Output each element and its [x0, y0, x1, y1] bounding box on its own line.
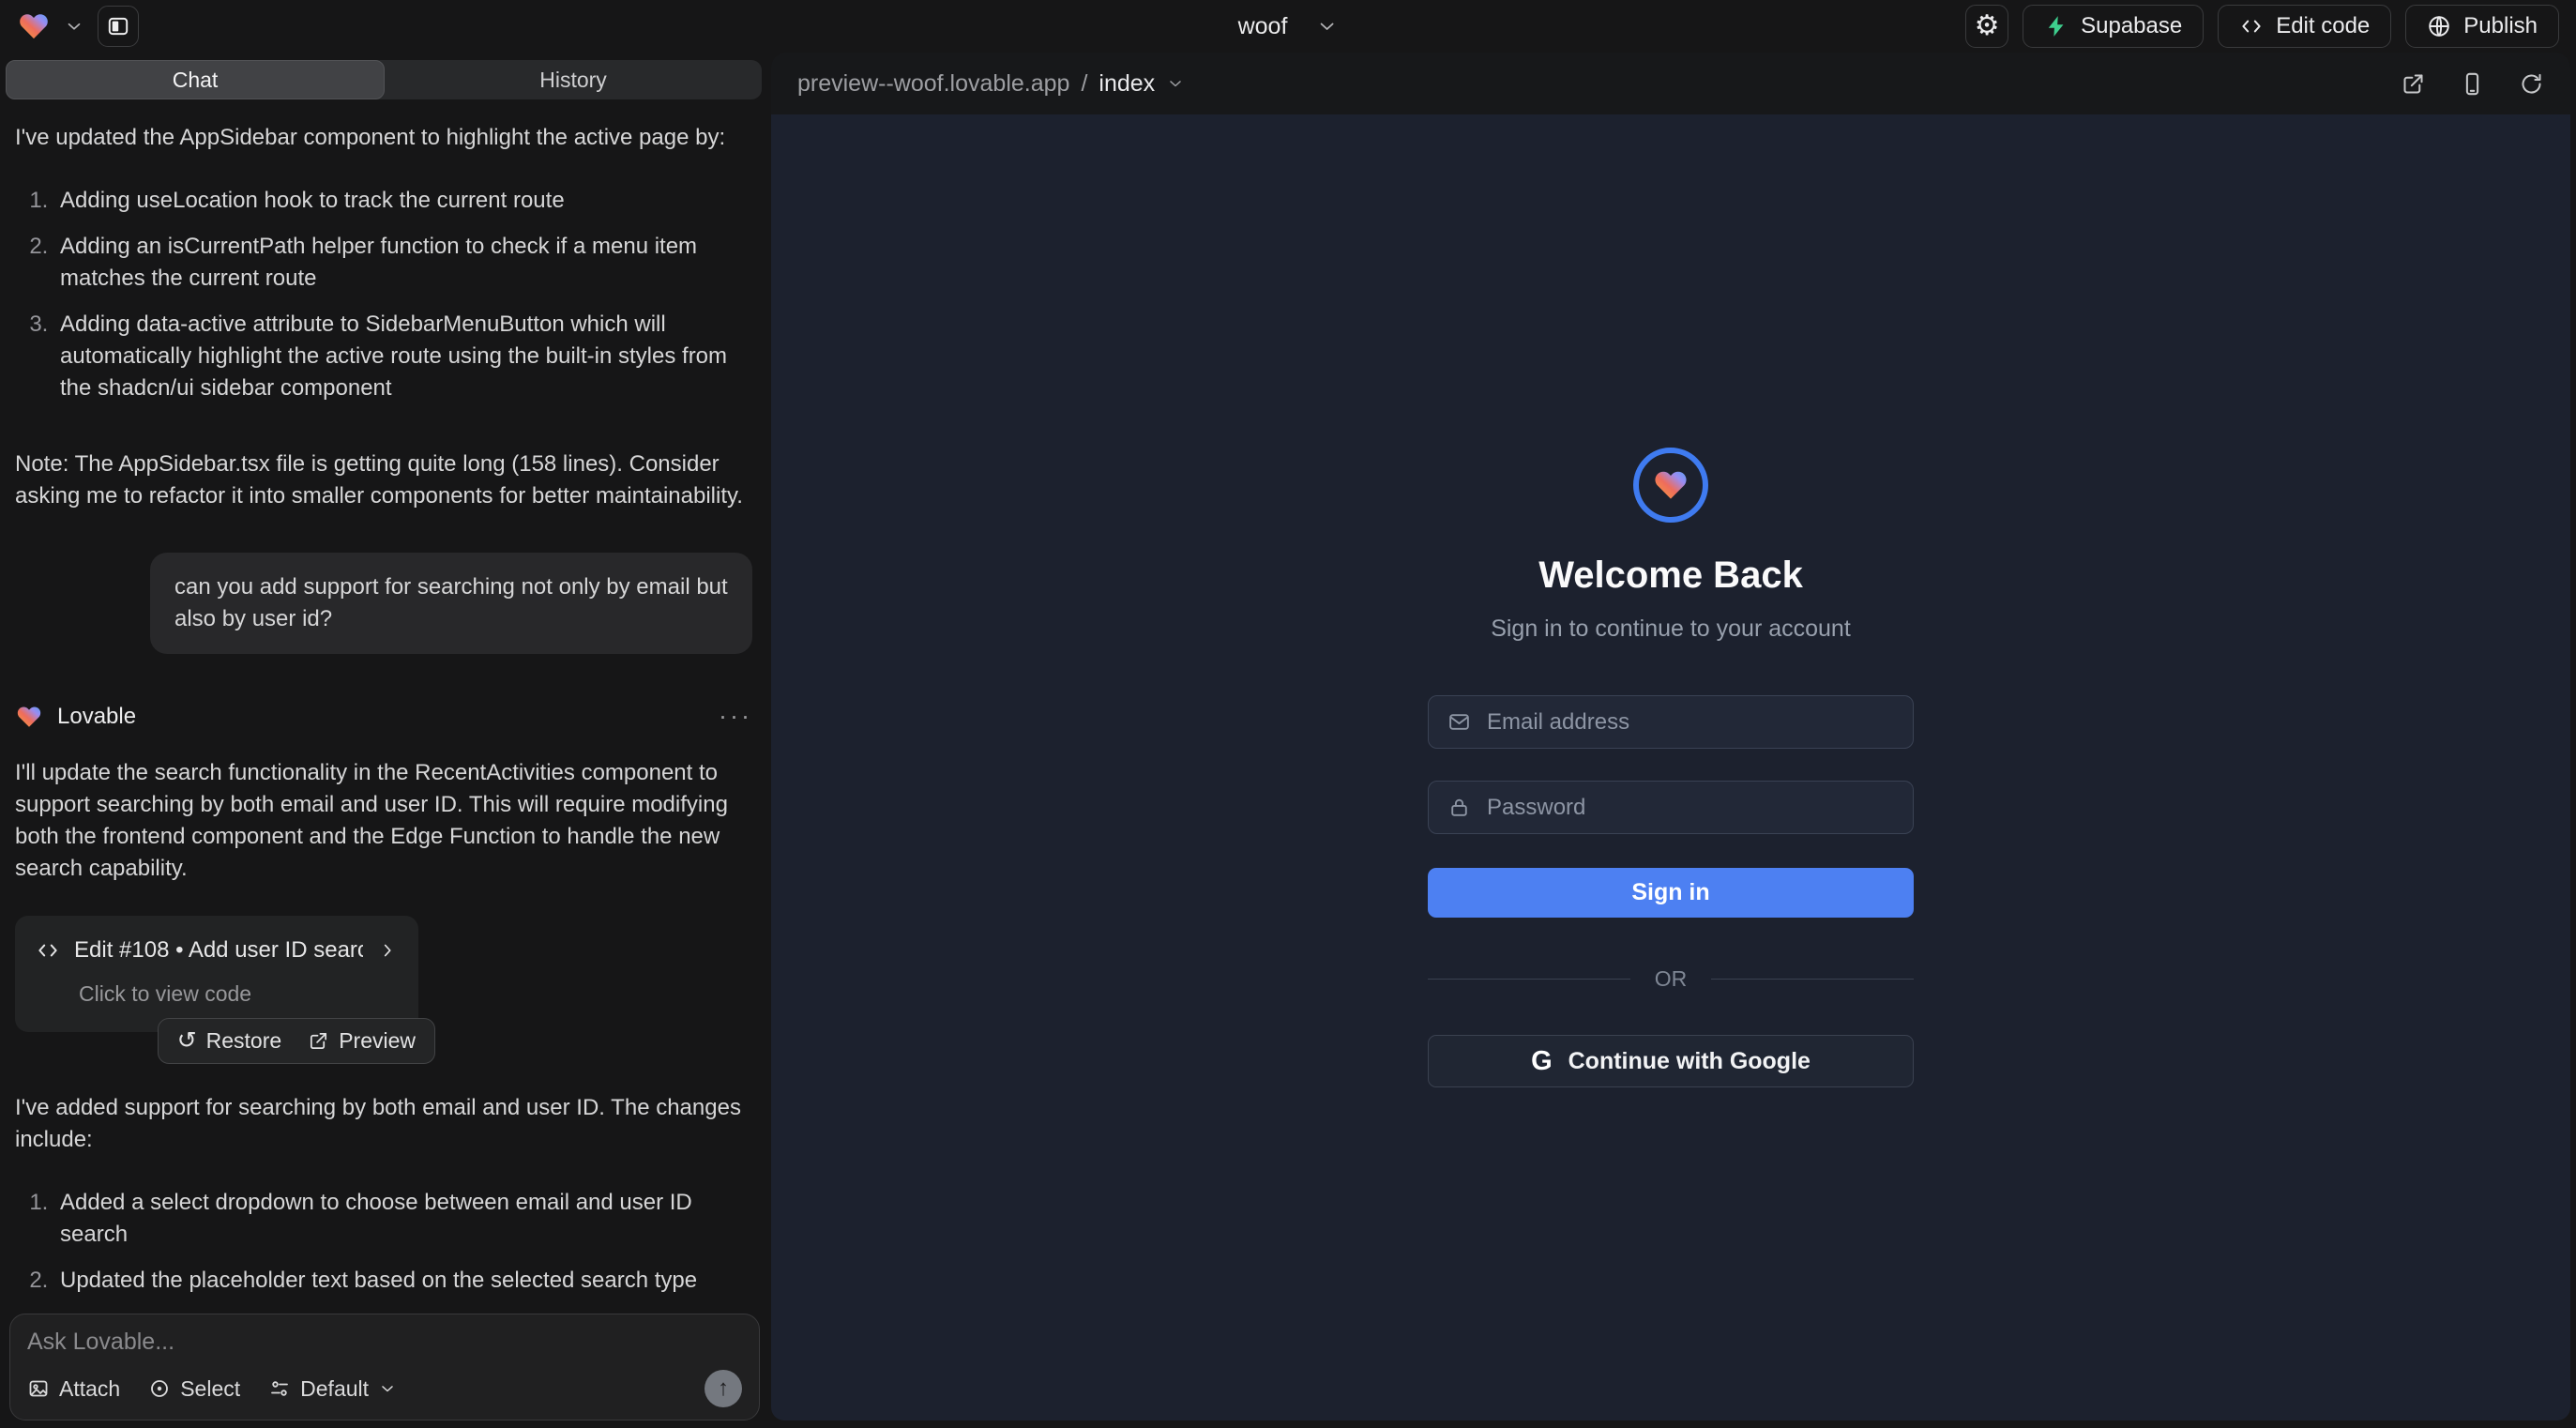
send-button[interactable]: ↑	[705, 1370, 742, 1407]
or-label: OR	[1655, 966, 1688, 992]
continue-with-google-button[interactable]: G Continue with Google	[1428, 1035, 1914, 1087]
restore-icon: ↺	[177, 1029, 197, 1053]
heart-logo-icon	[1652, 467, 1690, 503]
signin-subtitle: Sign in to continue to your account	[1491, 615, 1851, 643]
preview-host: preview--woof.lovable.app	[797, 70, 1069, 98]
list-item: Adding data-active attribute to SidebarM…	[54, 309, 752, 404]
select-label: Select	[180, 1376, 240, 1402]
app-logo	[1633, 448, 1708, 523]
chat-messages: I've updated the AppSidebar component to…	[0, 99, 767, 1428]
select-button[interactable]: Select	[148, 1376, 240, 1402]
attach-button[interactable]: Attach	[27, 1376, 120, 1402]
external-link-icon	[2401, 71, 2426, 97]
tab-chat[interactable]: Chat	[6, 60, 385, 99]
refresh-button[interactable]	[2519, 71, 2544, 97]
assistant-message-summary: I've added support for searching by both…	[15, 1092, 752, 1156]
refresh-icon	[2519, 71, 2544, 97]
code-icon	[2239, 14, 2264, 38]
preview-label: Preview	[339, 1028, 416, 1054]
sidebar-toggle-button[interactable]	[98, 6, 139, 47]
google-button-label: Continue with Google	[1568, 1048, 1811, 1075]
user-message-bubble: can you add support for searching not on…	[150, 553, 752, 654]
chat-input[interactable]	[27, 1329, 742, 1366]
email-input[interactable]	[1487, 709, 1894, 736]
preview-iframe: Welcome Back Sign in to continue to your…	[771, 114, 2570, 1420]
project-title: woof	[1238, 13, 1288, 40]
edit-code-label: Edit code	[2276, 13, 2370, 39]
lovable-heart-logo[interactable]	[17, 10, 51, 42]
chevron-right-icon	[377, 940, 398, 961]
restore-button[interactable]: ↺ Restore	[177, 1028, 282, 1054]
signin-card: Welcome Back Sign in to continue to your…	[1428, 448, 1914, 1087]
model-selector[interactable]: Default	[268, 1376, 397, 1402]
edit-card[interactable]: Edit #108 • Add user ID search supp... C…	[15, 916, 418, 1032]
attach-label: Attach	[59, 1376, 120, 1402]
preview-page: index	[1099, 70, 1155, 98]
tab-history[interactable]: History	[385, 60, 762, 99]
workspace-chevron-down-icon[interactable]	[64, 16, 84, 37]
edit-card-subtitle: Click to view code	[79, 979, 398, 1010]
model-label: Default	[300, 1376, 369, 1402]
assistant-message-list: Adding useLocation hook to track the cur…	[15, 185, 752, 418]
email-field	[1428, 695, 1914, 749]
globe-icon	[2427, 14, 2451, 38]
edit-code-button[interactable]: Edit code	[2218, 5, 2391, 48]
assistant-header: Lovable ···	[15, 701, 752, 733]
divider-line	[1428, 979, 1630, 980]
divider-line	[1711, 979, 1914, 980]
list-item: Added a select dropdown to choose betwee…	[54, 1187, 752, 1251]
list-item: Adding useLocation hook to track the cur…	[54, 185, 752, 217]
url-separator: /	[1081, 70, 1087, 98]
preview-panel: preview--woof.lovable.app / index	[771, 53, 2570, 1420]
target-icon	[148, 1377, 171, 1400]
version-actions-pill: ↺ Restore Preview	[158, 1018, 435, 1064]
restore-label: Restore	[206, 1028, 282, 1054]
mobile-phone-icon	[2460, 71, 2485, 97]
assistant-name: Lovable	[57, 701, 136, 733]
publish-button[interactable]: Publish	[2405, 5, 2559, 48]
edit-card-title: Edit #108 • Add user ID search supp...	[74, 934, 363, 966]
list-item: Adding an isCurrentPath helper function …	[54, 231, 752, 295]
publish-label: Publish	[2463, 13, 2538, 39]
code-icon	[36, 938, 60, 963]
sign-in-button[interactable]: Sign in	[1428, 868, 1914, 918]
list-item: Updated the placeholder text based on th…	[54, 1265, 752, 1297]
password-field	[1428, 781, 1914, 834]
sliders-icon	[268, 1377, 291, 1400]
lock-icon	[1447, 796, 1471, 819]
assistant-message-note: Note: The AppSidebar.tsx file is getting…	[15, 448, 752, 512]
signin-title: Welcome Back	[1538, 554, 1803, 597]
or-divider: OR	[1428, 966, 1914, 992]
chevron-down-icon	[1166, 74, 1185, 93]
chat-history-tabbar: Chat History	[6, 60, 762, 99]
supabase-label: Supabase	[2081, 13, 2182, 39]
assistant-message-intro: I've updated the AppSidebar component to…	[15, 122, 752, 154]
top-bar: woof ⚙ Supabase Edit code Publish	[0, 0, 2576, 53]
lovable-heart-avatar	[15, 704, 43, 730]
open-in-new-tab-button[interactable]	[2401, 71, 2426, 97]
supabase-bolt-icon	[2044, 14, 2068, 38]
google-g-icon: G	[1531, 1046, 1553, 1077]
envelope-icon	[1447, 710, 1471, 734]
preview-button[interactable]: Preview	[308, 1028, 416, 1054]
chevron-down-icon	[378, 1379, 397, 1398]
external-link-icon	[308, 1030, 329, 1052]
settings-button[interactable]: ⚙	[1965, 5, 2008, 48]
project-chevron-down-icon[interactable]	[1315, 15, 1338, 38]
image-attach-icon	[27, 1377, 50, 1400]
message-more-button[interactable]: ···	[719, 702, 752, 731]
preview-url-selector[interactable]: preview--woof.lovable.app / index	[797, 70, 1185, 98]
chat-panel: Chat History I've updated the AppSidebar…	[0, 54, 767, 1428]
panel-left-icon	[106, 14, 130, 38]
assistant-message-intro-2: I'll update the search functionality in …	[15, 757, 752, 885]
arrow-up-icon: ↑	[718, 1375, 729, 1402]
gear-icon: ⚙	[1975, 12, 2000, 40]
chat-composer: Attach Select Default ↑	[9, 1314, 760, 1420]
supabase-button[interactable]: Supabase	[2023, 5, 2204, 48]
password-input[interactable]	[1487, 795, 1894, 821]
preview-header: preview--woof.lovable.app / index	[771, 53, 2570, 114]
mobile-view-button[interactable]	[2460, 71, 2485, 97]
